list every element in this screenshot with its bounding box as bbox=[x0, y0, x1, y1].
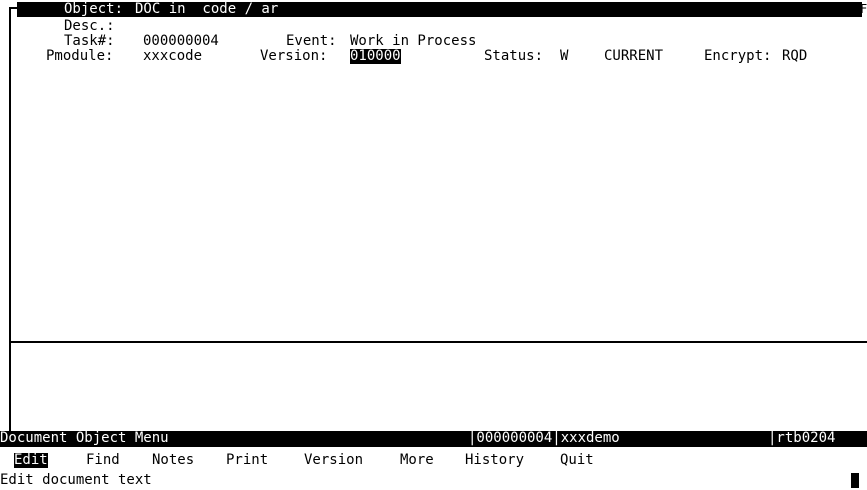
menu-item-print[interactable]: Print bbox=[226, 453, 268, 468]
menu-item-edit[interactable]: Edit bbox=[14, 453, 48, 468]
frame-corner bbox=[9, 7, 17, 9]
version-field[interactable]: 010000 bbox=[350, 49, 401, 64]
menu-item-more[interactable]: More bbox=[400, 453, 434, 468]
task-label: Task#: bbox=[64, 33, 115, 49]
menu-item-quit[interactable]: Quit bbox=[560, 453, 594, 468]
task-reference: |000000004|xxxdemo bbox=[468, 430, 620, 446]
menu-item-notes[interactable]: Notes bbox=[152, 453, 194, 468]
current-label: CURRENT bbox=[604, 48, 664, 64]
encrypt-label: Encrypt: bbox=[704, 48, 772, 64]
title-bar: Object: DOC in code / ar bbox=[17, 2, 862, 17]
pmodule-label: Pmodule: bbox=[46, 48, 114, 64]
left-rule bbox=[9, 343, 11, 431]
event-field[interactable]: Work in Process bbox=[350, 34, 476, 49]
status-bar: Document Object Menu |000000004|xxxdemo … bbox=[0, 431, 867, 447]
help-text: Edit document text bbox=[0, 472, 152, 488]
object-label: Object: bbox=[64, 1, 124, 17]
screen-id: |rtb0204 bbox=[768, 430, 836, 446]
event-label: Event: bbox=[286, 33, 337, 49]
menu-item-find[interactable]: Find bbox=[86, 453, 120, 468]
pmodule-field[interactable]: xxxcode bbox=[143, 49, 202, 64]
menu-title: Document Object Menu bbox=[0, 430, 169, 446]
menu-item-history[interactable]: History bbox=[465, 453, 524, 468]
status-field[interactable]: W bbox=[560, 49, 568, 64]
object-value: DOC in code / ar bbox=[135, 1, 279, 17]
right-marker: F bbox=[860, 2, 867, 16]
desc-label: Desc.: bbox=[64, 18, 115, 34]
text-cursor bbox=[851, 473, 859, 488]
version-label: Version: bbox=[260, 48, 328, 64]
status-label: Status: bbox=[484, 48, 544, 64]
task-field[interactable]: 000000004 bbox=[143, 34, 219, 49]
encrypt-field[interactable]: RQD bbox=[782, 49, 807, 64]
menu-item-version[interactable]: Version bbox=[304, 453, 363, 468]
